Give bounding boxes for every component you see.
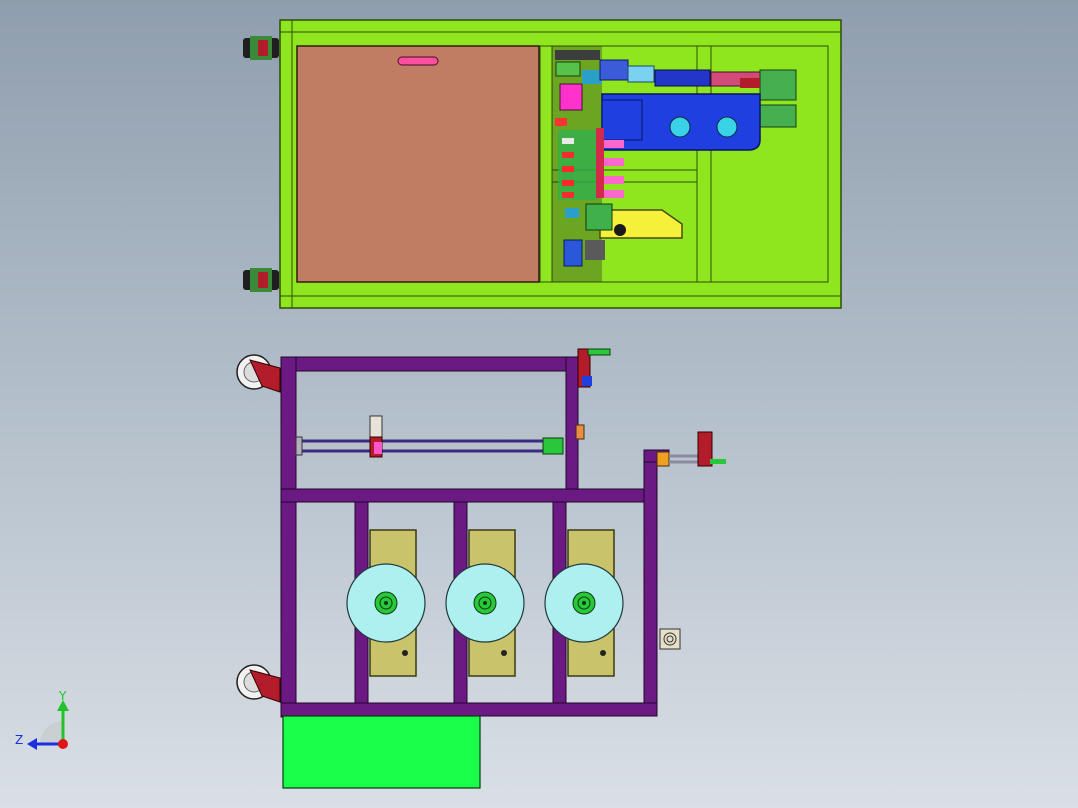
z-axis-arrow-icon (27, 738, 37, 750)
front-caster-lower (236, 664, 281, 703)
guide-rods (295, 415, 585, 458)
top-caster-lower (243, 268, 279, 292)
cad-viewport[interactable]: Y Z (0, 0, 1078, 808)
green-box (282, 715, 481, 789)
sensor-block (659, 628, 681, 650)
y-axis-label: Y (58, 689, 67, 703)
front-view-assembly (236, 348, 726, 789)
front-caster-upper (236, 354, 281, 393)
blue-plate-hole-right (716, 116, 738, 138)
wood-panel (296, 45, 540, 283)
orientation-triad[interactable]: Y Z (15, 689, 69, 750)
triad-origin (58, 739, 68, 749)
pink-handle (397, 56, 439, 66)
reel-1 (346, 563, 426, 643)
z-axis-label: Z (15, 733, 23, 747)
reel-3 (544, 563, 624, 643)
lever-upper (577, 348, 611, 388)
blue-plate-hole-left (669, 116, 691, 138)
top-caster-upper (243, 36, 279, 60)
reel-2 (445, 563, 525, 643)
side-bracket (656, 431, 726, 467)
top-view-assembly (243, 19, 842, 309)
